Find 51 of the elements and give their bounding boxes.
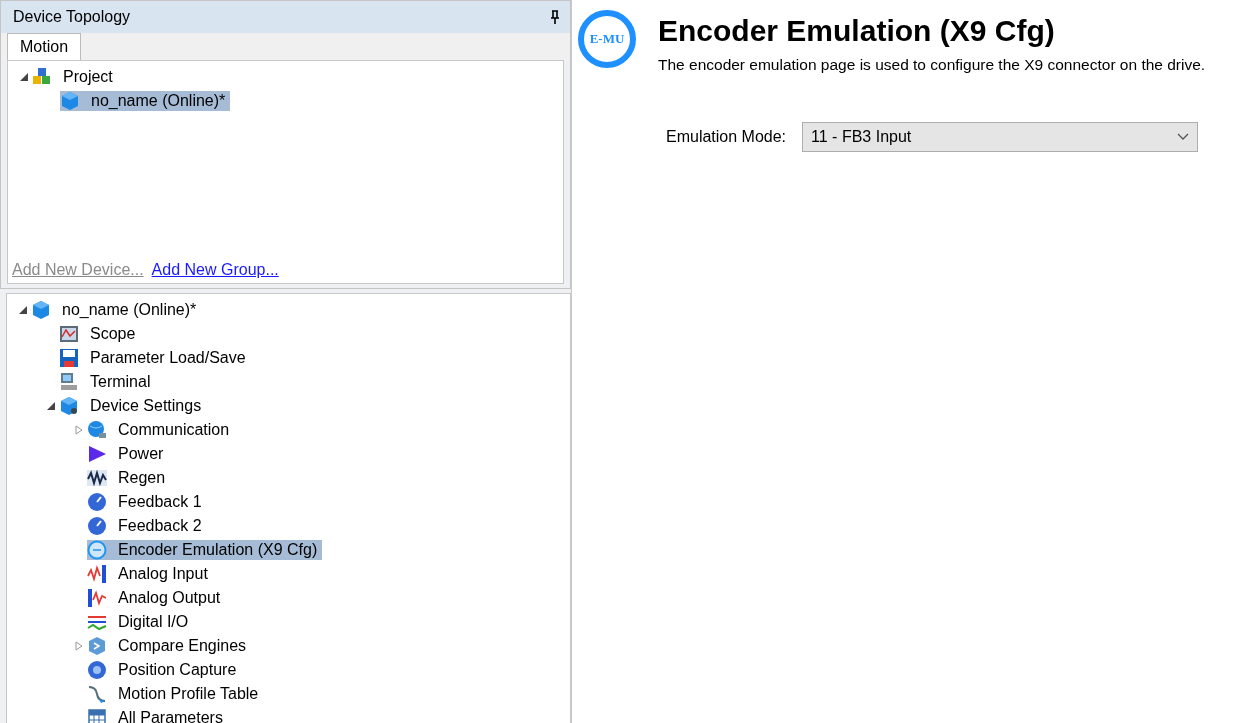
tree-item[interactable]: Feedback 1 [87,492,207,512]
field-label: Emulation Mode: [666,128,787,146]
wave-icon [87,468,107,488]
tree-item[interactable]: Analog Output [87,588,226,608]
gauge-icon [87,516,107,536]
page-title: Encoder Emulation (X9 Cfg) [658,14,1056,48]
tree-item[interactable]: Encoder Emulation (X9 Cfg) [87,540,323,560]
tree-item[interactable]: Compare Engines [87,636,252,656]
collapse-icon[interactable] [20,73,28,81]
circle-icon [87,540,107,560]
tree-item[interactable]: Terminal [59,372,156,392]
cube-icon [31,300,51,320]
tree-item[interactable]: Project [32,67,118,87]
gauge-icon [87,492,107,512]
tab[interactable]: Motion [7,33,82,60]
tree-item[interactable]: Device Settings [59,396,207,416]
signal-icon [87,564,107,584]
tree-item[interactable]: Communication [87,420,235,440]
blocks-icon [32,67,52,87]
tree-item[interactable]: Position Capture [87,660,242,680]
chart-icon [59,324,79,344]
logo-icon: E-MU [578,10,636,68]
globe-icon [87,420,107,440]
mode-dropdown[interactable]: 11 - FB3 Input [802,122,1199,152]
panel-title: Device Topology [13,8,131,26]
cube-icon [59,396,79,416]
collapse-icon[interactable] [19,306,27,314]
tree-item[interactable]: Power [87,444,169,464]
computer-icon [59,372,79,392]
tree-item[interactable]: no_name (Online)* [60,91,231,111]
tree-item[interactable]: Analog Input [87,564,213,584]
tree-item[interactable]: no_name (Online)* [31,300,202,320]
tree-item[interactable]: Regen [87,468,171,488]
collapse-icon[interactable] [47,402,55,410]
page-description: The encoder emulation page is used to configure the X9 connector on the drive. [658,56,1206,74]
tree-item[interactable]: Parameter Load/Save [59,348,251,368]
tree-item[interactable]: Scope [59,324,141,344]
curve-icon [87,684,107,704]
circle-icon [87,660,107,680]
pin-icon[interactable] [550,10,560,24]
chevron-down-icon [1177,133,1190,141]
cube-icon [60,91,80,111]
tree-item[interactable]: Motion Profile Table [87,684,264,704]
floppy-icon [59,348,79,368]
tree-item[interactable]: All Parameters [87,708,228,723]
tree-item[interactable]: Feedback 2 [87,516,207,536]
tree-item[interactable]: Digital I/O [87,612,194,632]
link[interactable]: Add New Group... [151,261,279,279]
signal-icon [87,588,107,608]
play-icon [87,444,107,464]
cube-icon [87,636,107,656]
